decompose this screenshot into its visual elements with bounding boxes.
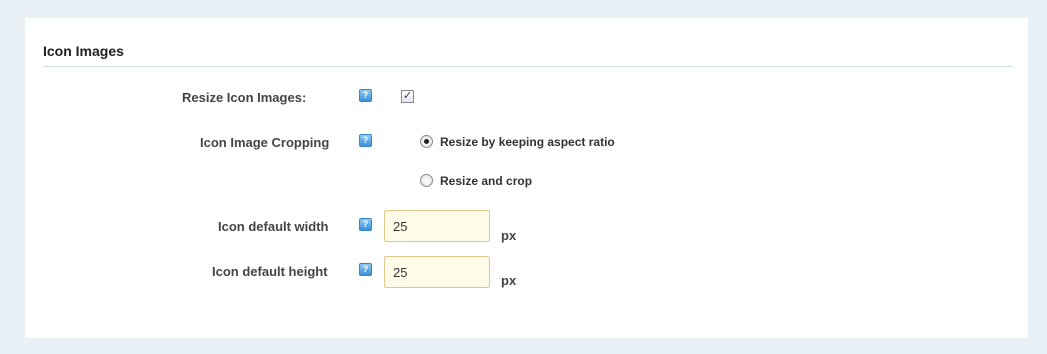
icon-default-height-label: Icon default height [212, 264, 328, 279]
settings-panel: Icon Images Resize Icon Images: ? ✓ Icon… [25, 18, 1028, 338]
resize-icon-images-label: Resize Icon Images: [182, 90, 307, 105]
help-icon[interactable]: ? [359, 89, 372, 102]
help-icon[interactable]: ? [359, 134, 372, 147]
radio-keep-aspect-ratio[interactable] [420, 135, 433, 148]
radio-resize-and-crop-label[interactable]: Resize and crop [440, 174, 532, 188]
section-divider [43, 66, 1013, 67]
icon-default-width-unit: px [501, 228, 517, 243]
help-icon[interactable]: ? [359, 218, 372, 231]
icon-default-height-unit: px [501, 273, 517, 288]
icon-default-width-input[interactable] [384, 210, 490, 242]
radio-keep-aspect-ratio-label[interactable]: Resize by keeping aspect ratio [440, 135, 615, 149]
section-title: Icon Images [43, 43, 124, 59]
help-icon[interactable]: ? [359, 263, 372, 276]
radio-resize-and-crop[interactable] [420, 174, 433, 187]
icon-default-width-label: Icon default width [218, 219, 329, 234]
icon-default-height-input[interactable] [384, 256, 490, 288]
resize-icon-images-checkbox[interactable]: ✓ [401, 90, 414, 103]
icon-image-cropping-label: Icon Image Cropping [200, 135, 330, 150]
